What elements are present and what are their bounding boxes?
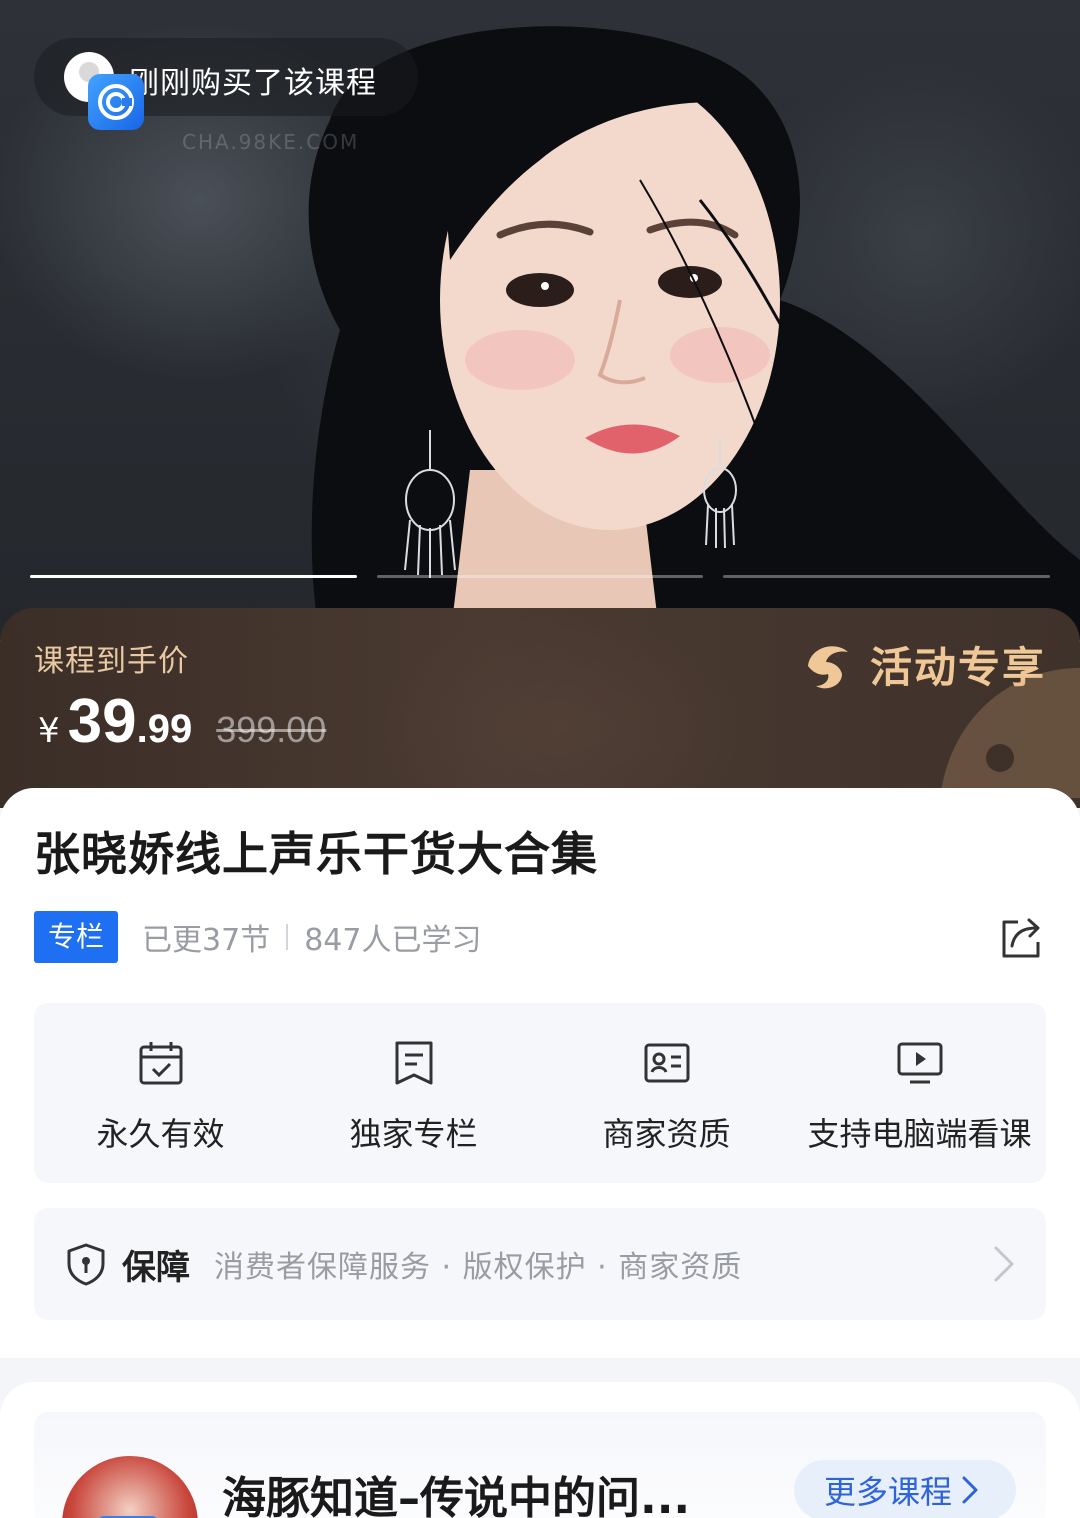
lesson-count: 已更37节 (142, 923, 271, 958)
feature-label: 永久有效 (96, 1115, 225, 1153)
shop-name[interactable]: 海豚知道–传说中的问... (222, 1462, 690, 1518)
course-meta: 专栏 已更37节 847人已学习 (34, 911, 1046, 963)
price-decimal: .99 (136, 707, 193, 751)
original-price: 399.00 (216, 709, 327, 750)
price-bar: 课程到手价 ¥ 39 .99 399.00 活动专享 (0, 608, 1080, 808)
monitor-play-icon (897, 1042, 942, 1084)
column-tag: 专栏 (34, 911, 119, 963)
watermark-text: CHA.98KE.COM (182, 130, 360, 154)
decorative-dolphin-icon (940, 668, 1080, 798)
carousel-indicators (30, 575, 1051, 579)
feature-permanent: 永久有效 (34, 1003, 287, 1183)
feature-exclusive: 独家专栏 (287, 1003, 540, 1183)
shop-card: 海豚知道–传说中的问... 更多课程 (0, 1382, 1080, 1518)
guarantee-row[interactable]: 保障 消费者保障服务 · 版权保护 · 商家资质 (34, 1208, 1046, 1320)
chevron-right-icon (962, 1476, 978, 1504)
hero-banner[interactable]: 刚刚购买了该课程 CHA.98KE.COM (0, 0, 1080, 640)
shield-icon (67, 1243, 105, 1286)
feature-merchant: 商家资质 (540, 1003, 793, 1183)
price-currency: ¥ (38, 711, 60, 751)
price-caption: 课程到手价 (34, 644, 189, 679)
app-logo-icon (88, 74, 144, 130)
guarantee-title: 保障 (122, 1247, 190, 1288)
more-courses-button[interactable]: 更多课程 (793, 1460, 1016, 1518)
calendar-check-icon (139, 1042, 182, 1085)
feature-label: 支持电脑端看课 (807, 1115, 1032, 1153)
price-integer: 39 (67, 687, 137, 756)
share-icon[interactable] (996, 912, 1046, 962)
more-courses-label: 更多课程 (823, 1473, 952, 1511)
shop-info[interactable]: 海豚知道–传说中的问... 更多课程 (34, 1412, 1046, 1518)
carousel-indicator[interactable] (30, 575, 357, 578)
learner-count: 847人已学习 (304, 923, 482, 958)
feature-desktop: 支持电脑端看课 (793, 1003, 1046, 1183)
id-card-icon (644, 1043, 689, 1083)
guarantee-items: 消费者保障服务 · 版权保护 · 商家资质 (214, 1250, 743, 1285)
recent-purchase-text: 刚刚购买了该课程 (129, 66, 377, 101)
meta-divider (286, 924, 289, 950)
carousel-indicator[interactable] (723, 575, 1051, 578)
course-title: 张晓娇线上声乐干货大合集 (34, 827, 598, 881)
carousel-indicator[interactable] (376, 575, 704, 578)
feature-label: 商家资质 (602, 1115, 731, 1153)
feature-list: 永久有效 独家专栏 商家资质 支持电脑端看课 (34, 1003, 1046, 1183)
column-doc-icon (395, 1041, 432, 1085)
feature-label: 独家专栏 (349, 1115, 478, 1153)
course-info-card: 张晓娇线上声乐干货大合集 专栏 已更37节 847人已学习 永久有效 独家专栏 … (0, 788, 1080, 1358)
chevron-right-icon (994, 1246, 1014, 1282)
dolphin-icon (807, 645, 848, 688)
price-row: ¥ 39 .99 399.00 (38, 686, 326, 757)
shop-avatar[interactable] (62, 1456, 198, 1518)
